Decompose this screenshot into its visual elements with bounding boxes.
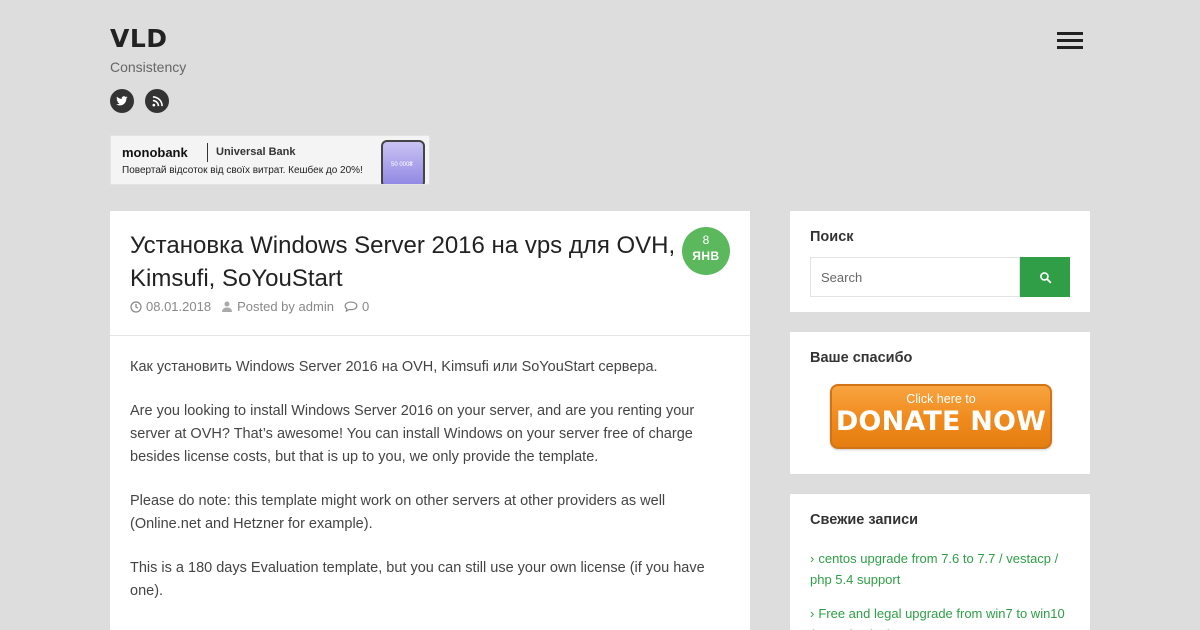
list-item: › centos upgrade from 7.6 to 7.7 / vestac… <box>810 548 1072 590</box>
badge-day: 8 <box>702 233 710 247</box>
banner-brand: monobank <box>122 145 188 160</box>
banner-tagline: Повертай відсоток від своїх витрат. Кешб… <box>122 165 363 176</box>
post-paragraph: Please do note: this template might work… <box>130 493 666 532</box>
search-input[interactable] <box>810 257 1020 297</box>
site-title[interactable]: VLD <box>110 24 168 53</box>
user-icon <box>222 301 233 312</box>
recent-post-link[interactable]: centos upgrade from 7.6 to 7.7 / vestacp… <box>810 551 1058 587</box>
search-widget-title: Поиск <box>810 229 854 245</box>
author-link[interactable]: admin <box>299 299 334 314</box>
donate-small-text: Click here to <box>906 392 976 406</box>
search-button[interactable] <box>1020 257 1070 297</box>
menu-bar <box>1057 32 1083 35</box>
site-description: Consistency <box>110 59 187 75</box>
post-meta: 08.01.2018 Posted by admin 0 <box>130 299 379 314</box>
donate-widget-title: Ваше спасибо <box>810 350 913 366</box>
post-paragraph: Are you looking to install Windows Serve… <box>130 403 695 465</box>
posted-by-label: Posted by <box>237 299 295 314</box>
recent-posts-title: Свежие записи <box>810 512 919 528</box>
post-comments[interactable]: 0 <box>344 299 369 314</box>
menu-bar <box>1057 46 1083 49</box>
post-date-text: 08.01.2018 <box>146 299 212 314</box>
post-paragraph: This is a 180 days Evaluation template, … <box>130 560 705 599</box>
phone-amount: 50 000₴ <box>391 162 413 168</box>
post-body: Как установить Windows Server 2016 на OV… <box>130 356 720 624</box>
donate-big-text: DONATE NOW <box>835 406 1047 437</box>
comment-icon <box>344 300 358 312</box>
date-badge: 8 янв <box>682 227 730 275</box>
social-links <box>110 89 169 113</box>
banner-divider <box>207 143 208 162</box>
post-author: Posted by admin <box>221 299 334 314</box>
recent-posts-widget: Свежие записи › centos upgrade from 7.6 t… <box>790 494 1090 630</box>
list-item: › Free and legal upgrade from win7 to win… <box>810 603 1072 630</box>
post-card: Установка Windows Server 2016 на vps для… <box>110 211 750 630</box>
phone-image: 50 000₴ <box>381 140 425 184</box>
donate-widget: Ваше спасибо Click here to DONATE NOW <box>790 332 1090 474</box>
comment-count: 0 <box>361 299 370 314</box>
post-divider <box>110 335 750 336</box>
clock-icon <box>130 300 142 313</box>
chevron-right-icon: › <box>810 551 815 566</box>
banner-product: Universal Bank <box>216 146 296 158</box>
post-date: 08.01.2018 <box>130 299 211 314</box>
donate-button[interactable]: Click here to DONATE NOW <box>830 384 1052 449</box>
search-icon <box>1039 271 1051 283</box>
chevron-right-icon: › <box>810 606 815 621</box>
twitter-icon[interactable] <box>110 89 134 113</box>
monobank-banner[interactable]: monobank Universal Bank Повертай відсото… <box>110 135 430 185</box>
rss-icon[interactable] <box>145 89 169 113</box>
menu-toggle-button[interactable] <box>1057 32 1083 52</box>
menu-bar <box>1057 39 1083 42</box>
post-title[interactable]: Установка Windows Server 2016 на vps для… <box>130 229 680 295</box>
badge-month: янв <box>692 249 720 263</box>
post-paragraph: Как установить Windows Server 2016 на OV… <box>130 359 658 375</box>
recent-posts-list: › centos upgrade from 7.6 to 7.7 / vestac… <box>810 548 1072 630</box>
search-widget: Поиск <box>790 211 1090 312</box>
recent-post-link[interactable]: Free and legal upgrade from win7 to win1… <box>810 606 1065 630</box>
